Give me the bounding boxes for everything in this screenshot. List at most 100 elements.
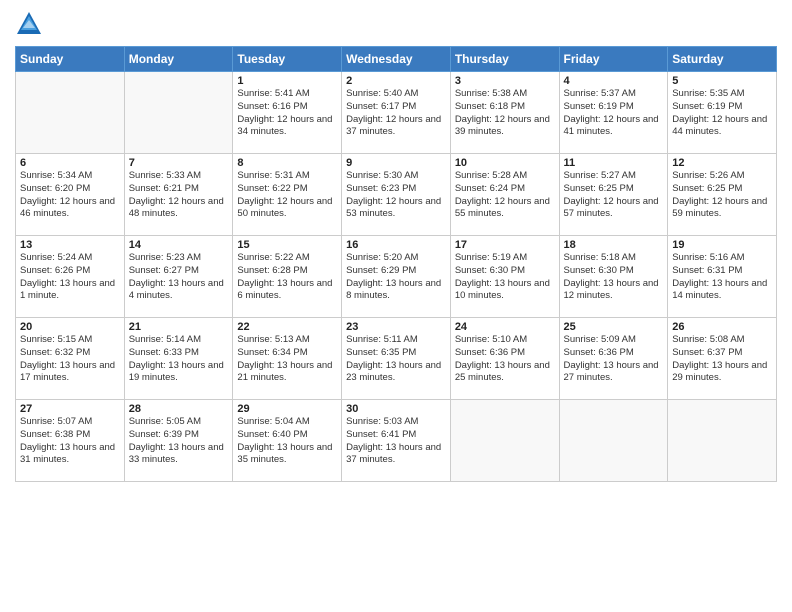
day-number: 4 [564,75,664,87]
day-number: 10 [455,157,555,169]
day-number: 6 [20,157,120,169]
calendar-cell: 10Sunrise: 5:28 AM Sunset: 6:24 PM Dayli… [450,154,559,236]
day-info: Sunrise: 5:03 AM Sunset: 6:41 PM Dayligh… [346,416,446,467]
day-info: Sunrise: 5:15 AM Sunset: 6:32 PM Dayligh… [20,334,120,385]
calendar-cell: 15Sunrise: 5:22 AM Sunset: 6:28 PM Dayli… [233,236,342,318]
calendar-week-row: 1Sunrise: 5:41 AM Sunset: 6:16 PM Daylig… [16,72,777,154]
column-header-sunday: Sunday [16,47,125,72]
calendar-cell: 28Sunrise: 5:05 AM Sunset: 6:39 PM Dayli… [124,400,233,482]
day-number: 20 [20,321,120,333]
day-number: 13 [20,239,120,251]
calendar-cell: 20Sunrise: 5:15 AM Sunset: 6:32 PM Dayli… [16,318,125,400]
calendar-week-row: 6Sunrise: 5:34 AM Sunset: 6:20 PM Daylig… [16,154,777,236]
page: SundayMondayTuesdayWednesdayThursdayFrid… [0,0,792,612]
day-info: Sunrise: 5:13 AM Sunset: 6:34 PM Dayligh… [237,334,337,385]
calendar-cell: 3Sunrise: 5:38 AM Sunset: 6:18 PM Daylig… [450,72,559,154]
day-info: Sunrise: 5:11 AM Sunset: 6:35 PM Dayligh… [346,334,446,385]
calendar-cell [559,400,668,482]
day-info: Sunrise: 5:22 AM Sunset: 6:28 PM Dayligh… [237,252,337,303]
day-info: Sunrise: 5:40 AM Sunset: 6:17 PM Dayligh… [346,88,446,139]
calendar-cell: 18Sunrise: 5:18 AM Sunset: 6:30 PM Dayli… [559,236,668,318]
day-number: 29 [237,403,337,415]
calendar-cell: 1Sunrise: 5:41 AM Sunset: 6:16 PM Daylig… [233,72,342,154]
day-info: Sunrise: 5:31 AM Sunset: 6:22 PM Dayligh… [237,170,337,221]
day-info: Sunrise: 5:26 AM Sunset: 6:25 PM Dayligh… [672,170,772,221]
day-number: 30 [346,403,446,415]
calendar-cell: 29Sunrise: 5:04 AM Sunset: 6:40 PM Dayli… [233,400,342,482]
calendar-week-row: 13Sunrise: 5:24 AM Sunset: 6:26 PM Dayli… [16,236,777,318]
day-info: Sunrise: 5:23 AM Sunset: 6:27 PM Dayligh… [129,252,229,303]
calendar-week-row: 20Sunrise: 5:15 AM Sunset: 6:32 PM Dayli… [16,318,777,400]
calendar-cell [124,72,233,154]
day-info: Sunrise: 5:24 AM Sunset: 6:26 PM Dayligh… [20,252,120,303]
calendar-table: SundayMondayTuesdayWednesdayThursdayFrid… [15,46,777,482]
calendar-cell: 11Sunrise: 5:27 AM Sunset: 6:25 PM Dayli… [559,154,668,236]
day-number: 23 [346,321,446,333]
day-number: 19 [672,239,772,251]
calendar-cell: 5Sunrise: 5:35 AM Sunset: 6:19 PM Daylig… [668,72,777,154]
column-header-tuesday: Tuesday [233,47,342,72]
calendar-cell: 13Sunrise: 5:24 AM Sunset: 6:26 PM Dayli… [16,236,125,318]
logo [15,10,47,38]
day-number: 7 [129,157,229,169]
day-number: 25 [564,321,664,333]
calendar-cell: 25Sunrise: 5:09 AM Sunset: 6:36 PM Dayli… [559,318,668,400]
calendar-cell: 4Sunrise: 5:37 AM Sunset: 6:19 PM Daylig… [559,72,668,154]
day-number: 3 [455,75,555,87]
day-info: Sunrise: 5:34 AM Sunset: 6:20 PM Dayligh… [20,170,120,221]
day-info: Sunrise: 5:37 AM Sunset: 6:19 PM Dayligh… [564,88,664,139]
day-number: 16 [346,239,446,251]
day-number: 5 [672,75,772,87]
calendar-cell: 21Sunrise: 5:14 AM Sunset: 6:33 PM Dayli… [124,318,233,400]
calendar-cell: 26Sunrise: 5:08 AM Sunset: 6:37 PM Dayli… [668,318,777,400]
day-number: 26 [672,321,772,333]
day-info: Sunrise: 5:16 AM Sunset: 6:31 PM Dayligh… [672,252,772,303]
day-info: Sunrise: 5:18 AM Sunset: 6:30 PM Dayligh… [564,252,664,303]
calendar-header-row: SundayMondayTuesdayWednesdayThursdayFrid… [16,47,777,72]
column-header-wednesday: Wednesday [342,47,451,72]
day-number: 9 [346,157,446,169]
calendar-cell: 9Sunrise: 5:30 AM Sunset: 6:23 PM Daylig… [342,154,451,236]
calendar-cell: 27Sunrise: 5:07 AM Sunset: 6:38 PM Dayli… [16,400,125,482]
day-info: Sunrise: 5:14 AM Sunset: 6:33 PM Dayligh… [129,334,229,385]
day-info: Sunrise: 5:08 AM Sunset: 6:37 PM Dayligh… [672,334,772,385]
column-header-friday: Friday [559,47,668,72]
calendar-cell [16,72,125,154]
calendar-cell: 24Sunrise: 5:10 AM Sunset: 6:36 PM Dayli… [450,318,559,400]
calendar-cell: 14Sunrise: 5:23 AM Sunset: 6:27 PM Dayli… [124,236,233,318]
day-number: 18 [564,239,664,251]
day-number: 8 [237,157,337,169]
calendar-cell: 7Sunrise: 5:33 AM Sunset: 6:21 PM Daylig… [124,154,233,236]
logo-icon [15,10,43,38]
day-info: Sunrise: 5:09 AM Sunset: 6:36 PM Dayligh… [564,334,664,385]
day-info: Sunrise: 5:04 AM Sunset: 6:40 PM Dayligh… [237,416,337,467]
day-number: 27 [20,403,120,415]
column-header-saturday: Saturday [668,47,777,72]
calendar-cell: 30Sunrise: 5:03 AM Sunset: 6:41 PM Dayli… [342,400,451,482]
calendar-cell: 8Sunrise: 5:31 AM Sunset: 6:22 PM Daylig… [233,154,342,236]
day-info: Sunrise: 5:35 AM Sunset: 6:19 PM Dayligh… [672,88,772,139]
calendar-week-row: 27Sunrise: 5:07 AM Sunset: 6:38 PM Dayli… [16,400,777,482]
day-number: 17 [455,239,555,251]
calendar-cell [450,400,559,482]
calendar-cell: 17Sunrise: 5:19 AM Sunset: 6:30 PM Dayli… [450,236,559,318]
day-number: 15 [237,239,337,251]
day-info: Sunrise: 5:30 AM Sunset: 6:23 PM Dayligh… [346,170,446,221]
calendar-cell: 6Sunrise: 5:34 AM Sunset: 6:20 PM Daylig… [16,154,125,236]
calendar-cell: 19Sunrise: 5:16 AM Sunset: 6:31 PM Dayli… [668,236,777,318]
day-info: Sunrise: 5:28 AM Sunset: 6:24 PM Dayligh… [455,170,555,221]
day-number: 2 [346,75,446,87]
day-number: 1 [237,75,337,87]
calendar-cell: 12Sunrise: 5:26 AM Sunset: 6:25 PM Dayli… [668,154,777,236]
day-info: Sunrise: 5:20 AM Sunset: 6:29 PM Dayligh… [346,252,446,303]
header [15,10,777,38]
day-info: Sunrise: 5:05 AM Sunset: 6:39 PM Dayligh… [129,416,229,467]
day-number: 12 [672,157,772,169]
column-header-thursday: Thursday [450,47,559,72]
calendar-cell: 22Sunrise: 5:13 AM Sunset: 6:34 PM Dayli… [233,318,342,400]
day-info: Sunrise: 5:41 AM Sunset: 6:16 PM Dayligh… [237,88,337,139]
day-info: Sunrise: 5:33 AM Sunset: 6:21 PM Dayligh… [129,170,229,221]
day-info: Sunrise: 5:10 AM Sunset: 6:36 PM Dayligh… [455,334,555,385]
day-info: Sunrise: 5:27 AM Sunset: 6:25 PM Dayligh… [564,170,664,221]
column-header-monday: Monday [124,47,233,72]
